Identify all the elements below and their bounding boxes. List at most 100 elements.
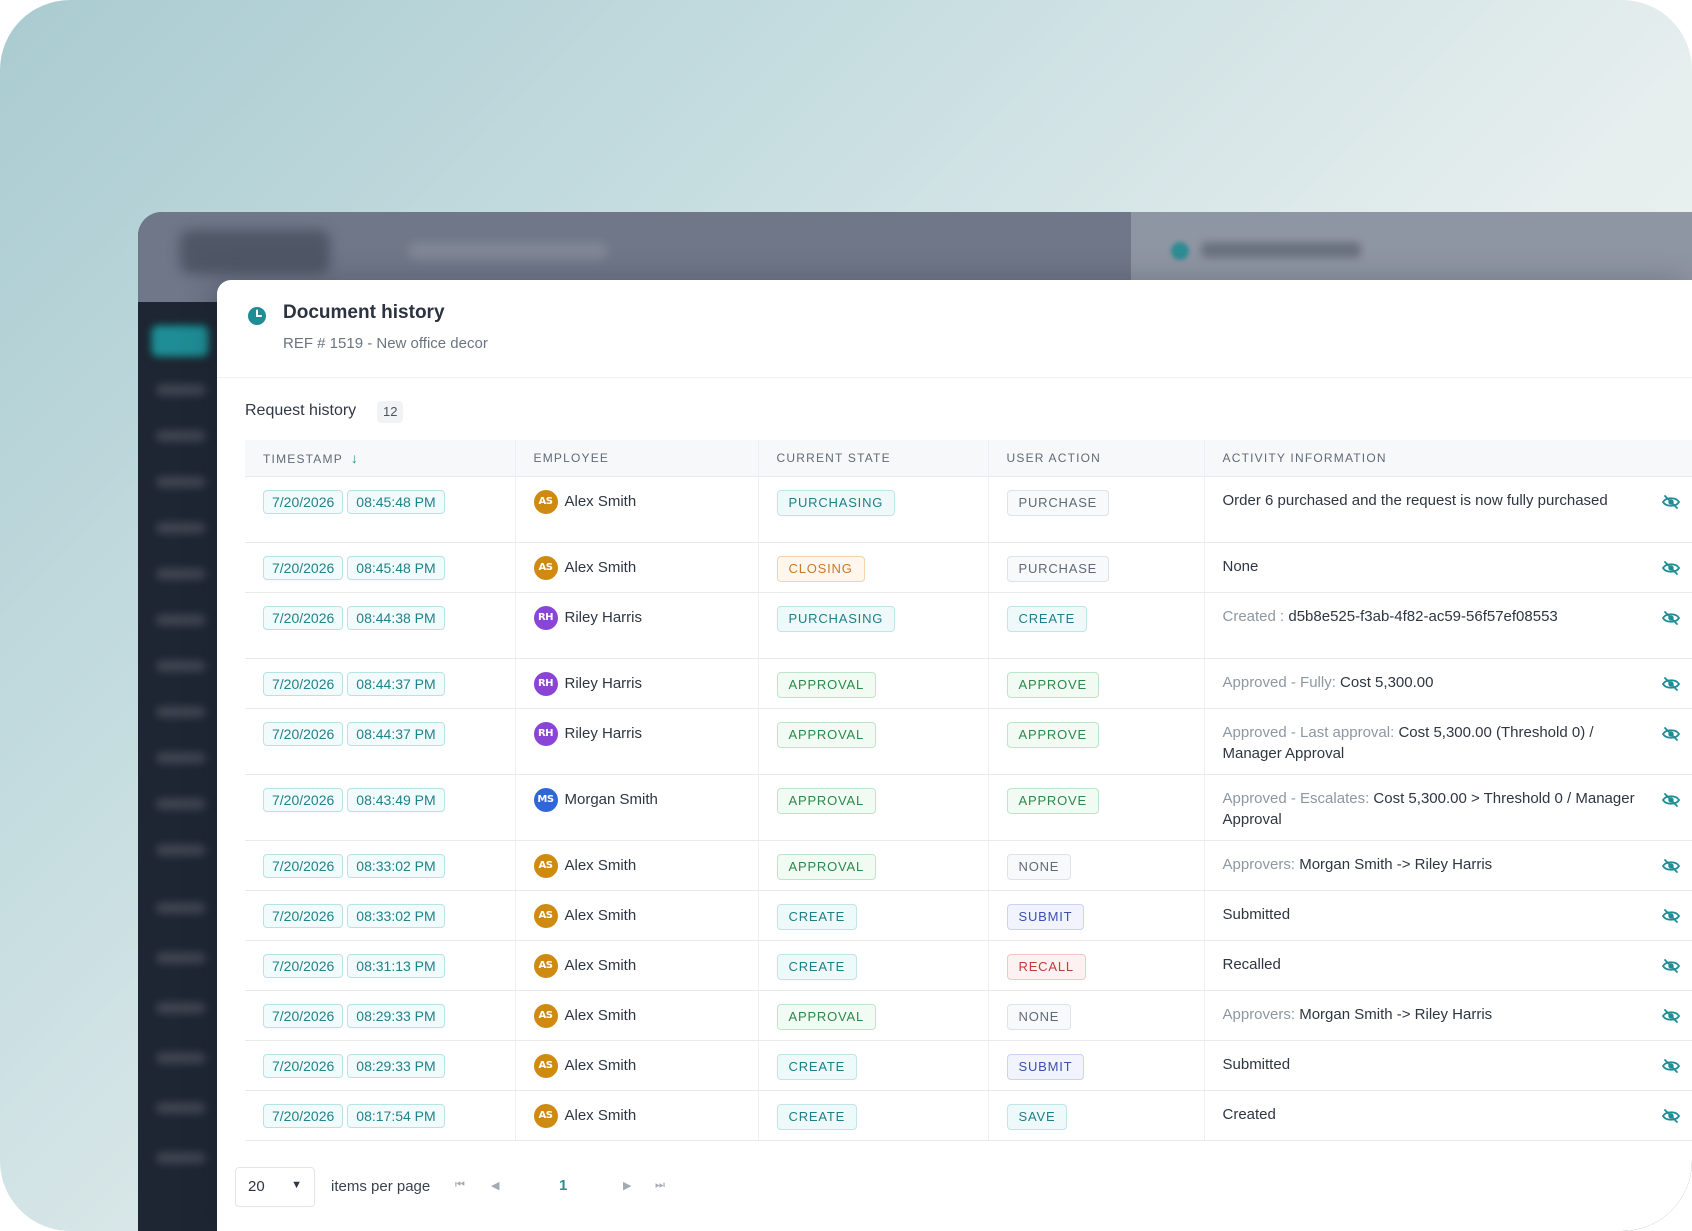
background-dot-icon <box>1171 242 1189 260</box>
background-sidebar-item <box>156 430 206 442</box>
document-history-modal: Document history REF # 1519 - New office… <box>217 280 1692 1231</box>
eye-off-icon[interactable] <box>1661 1056 1681 1076</box>
avatar: AS <box>533 953 558 978</box>
user-action-cell: NONE <box>988 990 1205 1041</box>
activity-label: Approvers: <box>1222 855 1300 873</box>
background-sidebar-item <box>156 752 206 764</box>
timestamp-cell: 7/20/2026 08:45:48 PM <box>245 542 516 593</box>
employee-name: Alex Smith <box>564 1007 637 1024</box>
action-badge: NONE <box>1006 853 1072 880</box>
table-row[interactable]: 7/20/2026 08:29:33 PM AS Alex Smith CREAT… <box>245 1040 1692 1091</box>
activity-text: d5b8e525-f3ab-4f82-ac59-56f57ef08553 <box>1288 607 1558 625</box>
user-action-cell: SUBMIT <box>988 890 1205 941</box>
table-row[interactable]: 7/20/2026 08:17:54 PM AS Alex Smith CREAT… <box>245 1090 1692 1141</box>
avatar: AS <box>533 1003 558 1028</box>
user-action-cell: APPROVE <box>988 658 1205 709</box>
employee-cell: AS Alex Smith <box>515 840 759 891</box>
eye-off-icon[interactable] <box>1661 608 1681 628</box>
action-badge: PURCHASE <box>1006 489 1110 516</box>
count-badge: 12 <box>377 401 404 423</box>
previous-page-icon[interactable]: ◀ <box>491 1179 499 1192</box>
table-row[interactable]: 7/20/2026 08:44:38 PM RH Riley Harris PUR… <box>245 592 1692 659</box>
state-badge: PURCHASING <box>776 605 896 632</box>
activity-text: Created <box>1222 1105 1276 1123</box>
background-panel-title <box>1201 242 1361 258</box>
background-sidebar-item <box>156 798 206 810</box>
background-sidebar-item <box>156 568 206 580</box>
avatar: AS <box>533 1103 558 1128</box>
background-sidebar <box>138 302 218 1231</box>
table-row[interactable]: 7/20/2026 08:44:37 PM RH Riley Harris APP… <box>245 708 1692 775</box>
table-row[interactable]: 7/20/2026 08:29:33 PM AS Alex Smith APPRO… <box>245 990 1692 1041</box>
table-row[interactable]: 7/20/2026 08:45:48 PM AS Alex Smith CLOSI… <box>245 542 1692 593</box>
action-badge: CREATE <box>1006 605 1088 632</box>
first-page-icon[interactable]: ⏮ <box>455 1179 465 1192</box>
eye-off-icon[interactable] <box>1661 1006 1681 1026</box>
page-subtitle: REF # 1519 - New office decor <box>283 335 488 352</box>
activity-text: Order 6 purchased and the request is now… <box>1222 491 1608 509</box>
state-badge: APPROVAL <box>776 1003 877 1030</box>
time-tag: 08:44:37 PM <box>347 721 445 746</box>
employee-cell: AS Alex Smith <box>515 542 759 593</box>
employee-name: Alex Smith <box>564 493 637 510</box>
user-action-cell: PURCHASE <box>988 542 1205 593</box>
action-badge: RECALL <box>1006 953 1086 980</box>
column-header-activity-information[interactable]: ACTIVITY INFORMATION <box>1204 440 1692 477</box>
avatar: AS <box>533 853 558 878</box>
arrow-down-icon[interactable]: ↓ <box>351 450 359 466</box>
state-badge: CLOSING <box>776 555 865 582</box>
user-action-cell: CREATE <box>988 592 1205 659</box>
activity-information-cell: Created <box>1204 1090 1692 1141</box>
table-row[interactable]: 7/20/2026 08:33:02 PM AS Alex Smith CREAT… <box>245 890 1692 941</box>
column-header-timestamp[interactable]: TIMESTAMP ↓ <box>245 440 516 477</box>
user-action-cell: APPROVE <box>988 774 1205 841</box>
current-state-cell: CREATE <box>758 1040 989 1091</box>
current-page-number[interactable]: 1 <box>559 1177 567 1194</box>
table-row[interactable]: 7/20/2026 08:44:37 PM RH Riley Harris APP… <box>245 658 1692 709</box>
eye-off-icon[interactable] <box>1661 790 1681 810</box>
activity-information-cell: Created : d5b8e525-f3ab-4f82-ac59-56f57e… <box>1204 592 1692 659</box>
last-page-icon[interactable]: ⏭ <box>655 1179 665 1192</box>
column-header-employee[interactable]: EMPLOYEE <box>515 440 759 477</box>
activity-information-cell: Recalled <box>1204 940 1692 991</box>
next-page-icon[interactable]: ▶ <box>623 1179 631 1192</box>
avatar: RH <box>533 721 558 746</box>
eye-off-icon[interactable] <box>1661 856 1681 876</box>
table-row[interactable]: 7/20/2026 08:45:48 PM AS Alex Smith PURCH… <box>245 476 1692 543</box>
date-tag: 7/20/2026 <box>263 605 344 630</box>
employee-cell: AS Alex Smith <box>515 990 759 1041</box>
section-title: Request history <box>245 402 357 419</box>
state-badge: APPROVAL <box>776 671 877 698</box>
employee-cell: MS Morgan Smith <box>515 774 759 841</box>
column-header-user-action[interactable]: USER ACTION <box>988 440 1205 477</box>
table-row[interactable]: 7/20/2026 08:31:13 PM AS Alex Smith CREAT… <box>245 940 1692 991</box>
action-badge: NONE <box>1006 1003 1072 1030</box>
employee-cell: AS Alex Smith <box>515 1090 759 1141</box>
eye-off-icon[interactable] <box>1661 956 1681 976</box>
eye-off-icon[interactable] <box>1661 724 1681 744</box>
time-tag: 08:44:38 PM <box>347 605 445 630</box>
table-header-row: TIMESTAMP ↓ EMPLOYEE CURRENT STATE USER A… <box>245 440 1692 477</box>
background-sidebar-item <box>156 614 206 626</box>
employee-cell: AS Alex Smith <box>515 890 759 941</box>
current-state-cell: CREATE <box>758 890 989 941</box>
column-header-current-state[interactable]: CURRENT STATE <box>758 440 989 477</box>
action-badge: SUBMIT <box>1006 903 1085 930</box>
eye-off-icon[interactable] <box>1661 492 1681 512</box>
table-row[interactable]: 7/20/2026 08:43:49 PM MS Morgan Smith APP… <box>245 774 1692 841</box>
activity-information-cell: None <box>1204 542 1692 593</box>
date-tag: 7/20/2026 <box>263 1103 344 1128</box>
eye-off-icon[interactable] <box>1661 558 1681 578</box>
eye-off-icon[interactable] <box>1661 906 1681 926</box>
avatar: AS <box>533 1053 558 1078</box>
current-state-cell: APPROVAL <box>758 658 989 709</box>
user-action-cell: PURCHASE <box>988 476 1205 543</box>
employee-name: Riley Harris <box>564 675 643 692</box>
eye-off-icon[interactable] <box>1661 1106 1681 1126</box>
eye-off-icon[interactable] <box>1661 674 1681 694</box>
employee-name: Alex Smith <box>564 559 637 576</box>
table-row[interactable]: 7/20/2026 08:33:02 PM AS Alex Smith APPRO… <box>245 840 1692 891</box>
date-tag: 7/20/2026 <box>263 489 344 514</box>
employee-name: Alex Smith <box>564 957 637 974</box>
page-size-select[interactable]: 20 ▼ <box>235 1167 315 1207</box>
